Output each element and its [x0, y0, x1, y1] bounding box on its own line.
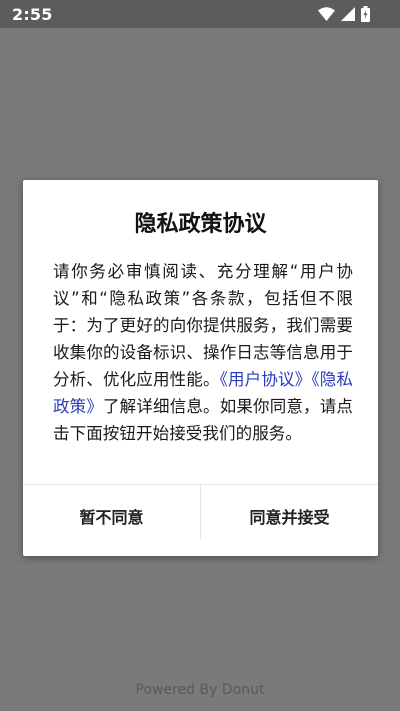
dialog-title: 隐私政策协议 — [134, 212, 267, 237]
signal-icon — [341, 7, 355, 21]
status-bar: 2:55 — [0, 0, 400, 28]
wifi-icon — [318, 7, 335, 21]
status-icons — [318, 6, 370, 22]
decline-button[interactable]: 暂不同意 — [23, 485, 200, 547]
dialog-body: 请你务必审慎阅读、充分理解“用户协议”和“隐私政策”各条款，包括但不限于：为了更… — [53, 258, 353, 447]
battery-icon — [361, 6, 370, 22]
user-agreement-link[interactable]: 《用户协议》 — [220, 370, 312, 389]
powered-by-footer: Powered By Donut — [135, 682, 265, 698]
accept-button[interactable]: 同意并接受 — [201, 485, 378, 547]
privacy-dialog: 隐私政策协议 请你务必审慎阅读、充分理解“用户协议”和“隐私政策”各条款，包括但… — [23, 180, 378, 556]
status-time: 2:55 — [12, 5, 53, 24]
